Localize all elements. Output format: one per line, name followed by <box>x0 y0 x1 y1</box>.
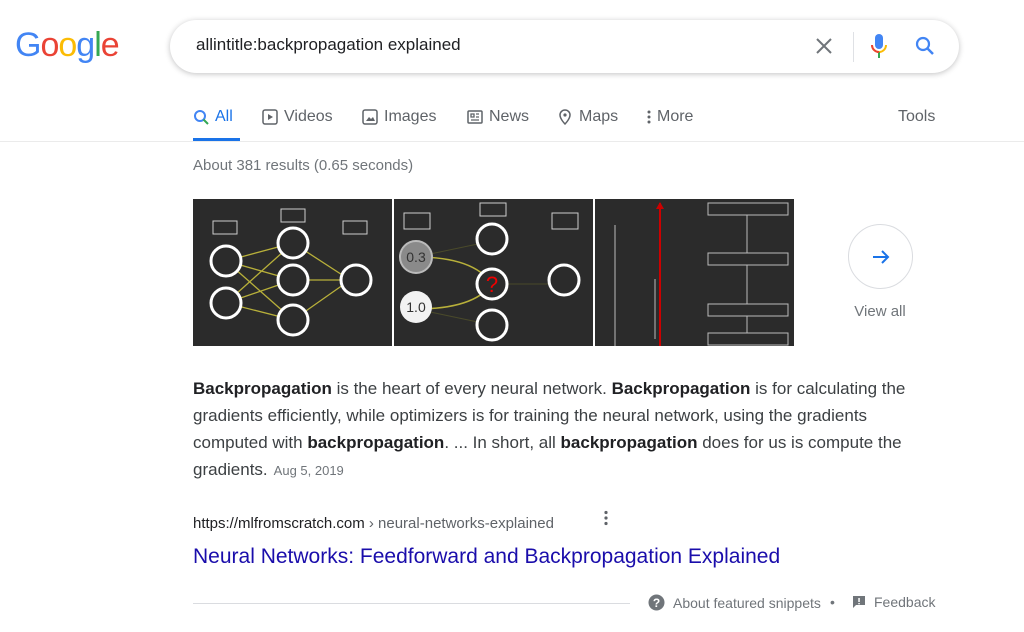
node-value: 0.3 <box>406 249 426 265</box>
play-icon <box>262 109 278 125</box>
search-icon[interactable] <box>915 36 935 56</box>
tab-label: News <box>489 108 530 125</box>
image-thumbnail-2[interactable]: 0.3 1.0 ? <box>394 199 593 346</box>
node-value: ? <box>486 272 498 297</box>
view-all-button[interactable] <box>848 224 913 289</box>
microphone-icon[interactable] <box>871 33 887 59</box>
google-logo[interactable]: Google <box>15 26 120 65</box>
tab-label: All <box>215 108 233 125</box>
help-icon: ? <box>648 594 665 611</box>
tab-news[interactable]: News <box>467 106 529 128</box>
tab-label: Maps <box>579 108 619 125</box>
image-icon <box>362 109 378 125</box>
footer-divider <box>193 603 630 604</box>
search-input[interactable] <box>196 35 796 55</box>
tab-maps[interactable]: Maps <box>557 106 618 128</box>
about-featured-snippets-link[interactable]: ? About featured snippets <box>648 594 821 611</box>
image-thumbnail-3[interactable] <box>595 199 794 346</box>
node-value: 1.0 <box>406 299 426 315</box>
separator-dot: • <box>830 594 835 610</box>
map-pin-icon <box>559 109 571 125</box>
tab-label: More <box>657 108 694 125</box>
snippet-date: Aug 5, 2019 <box>273 463 344 478</box>
header-divider <box>0 141 1024 142</box>
tools-button[interactable]: Tools <box>898 106 935 128</box>
tab-label: Videos <box>284 108 333 125</box>
result-stats: About 381 results (0.65 seconds) <box>193 157 414 174</box>
more-vert-icon <box>647 110 651 124</box>
clear-icon[interactable] <box>815 37 833 55</box>
tab-all[interactable]: All <box>193 106 233 128</box>
feedback-link[interactable]: Feedback <box>852 594 935 610</box>
result-title-link[interactable]: Neural Networks: Feedforward and Backpro… <box>193 545 780 569</box>
arrow-right-icon <box>872 249 889 264</box>
feedback-icon <box>853 596 865 608</box>
tools-label: Tools <box>898 108 936 125</box>
tab-more[interactable]: More <box>645 106 693 128</box>
search-box <box>170 20 959 73</box>
tab-images[interactable]: Images <box>362 106 436 128</box>
tab-videos[interactable]: Videos <box>262 106 333 128</box>
svg-text:?: ? <box>653 596 660 610</box>
result-url: https://mlfromscratch.com › neural-netwo… <box>193 515 554 532</box>
tab-label: Images <box>384 108 437 125</box>
news-icon <box>467 110 483 124</box>
more-options-icon[interactable] <box>602 510 610 526</box>
image-thumbnail-1[interactable] <box>193 199 392 346</box>
divider <box>853 32 854 62</box>
view-all-label[interactable]: View all <box>830 303 930 320</box>
search-icon <box>194 110 209 125</box>
featured-snippet-text: Backpropagation is the heart of every ne… <box>193 379 906 479</box>
